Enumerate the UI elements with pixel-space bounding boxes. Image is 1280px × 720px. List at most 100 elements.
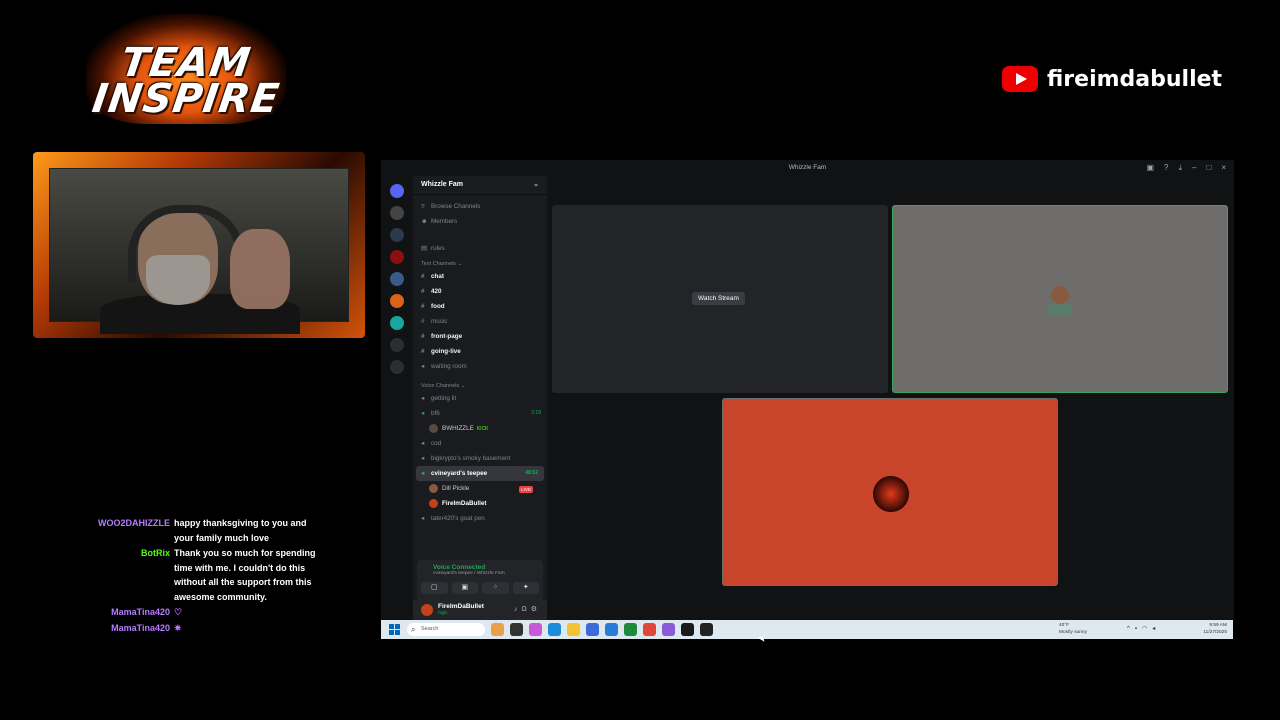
xbox-icon[interactable] — [624, 623, 637, 636]
soundboard-icon[interactable]: ✦ — [512, 582, 539, 594]
youtube-handle: fireimdabullet — [1002, 64, 1222, 94]
stream-chat: WOO2DAHIZZLE happy thanksgiving to you a… — [90, 516, 330, 636]
guild-name: Whizzle Fam — [421, 181, 464, 188]
text-channels-category[interactable]: Text Channels ⌄ — [413, 256, 547, 269]
guild-header[interactable]: Whizzle Fam ⌄ — [413, 176, 547, 195]
user-controls: ♪Ω⚙ — [514, 605, 541, 613]
channel-label: bf6 — [431, 410, 440, 417]
add-server-icon[interactable] — [390, 338, 404, 352]
user-status: high — [438, 611, 448, 616]
server-icon[interactable] — [390, 294, 404, 308]
voice-user[interactable]: BWHIZZLE KICK — [413, 421, 547, 436]
time: 9:59 AM — [1209, 623, 1227, 628]
participant-tile[interactable] — [722, 398, 1058, 586]
channel-label: bigkrypto's smoky basement — [431, 455, 511, 462]
help-icon[interactable]: ? — [1164, 163, 1168, 173]
discover-icon[interactable] — [390, 360, 404, 374]
voice-bigkrypto[interactable]: ◂ bigkrypto's smoky basement — [413, 451, 547, 466]
app-icon[interactable] — [681, 623, 694, 636]
server-icon[interactable] — [390, 228, 404, 242]
settings-gear-icon[interactable]: ⚙ — [531, 606, 541, 613]
voice-bf6[interactable]: ◂ bf6 2:18 — [413, 406, 547, 421]
server-icon[interactable] — [390, 250, 404, 264]
taskbar-search[interactable]: Search — [407, 623, 485, 636]
voice-user-name: Dill Pickle — [442, 485, 470, 492]
chat-username: BotRix — [141, 548, 170, 558]
task-view-icon[interactable] — [510, 623, 523, 636]
live-badge: LIVE — [519, 486, 533, 493]
discord-home-icon[interactable] — [390, 184, 404, 198]
members[interactable]: ☻ Members — [413, 214, 547, 229]
file-explorer-icon[interactable] — [567, 623, 580, 636]
headphones — [128, 205, 244, 283]
chat-message: BotRix Thank you so much for spending ti… — [90, 546, 330, 604]
channel-label: food — [431, 303, 445, 310]
channel-420[interactable]: #420 — [413, 284, 547, 299]
avatar — [1048, 286, 1072, 316]
server-icon[interactable] — [390, 206, 404, 220]
channel-going-live[interactable]: # going-live — [413, 344, 547, 359]
voice-goat-pen[interactable]: ◂ tater420's goat pen — [413, 511, 547, 526]
voice-getting-lit[interactable]: ◂ getting lit — [413, 391, 547, 406]
browse-channels[interactable]: ≡ Browse Channels — [413, 199, 547, 214]
watch-stream-button[interactable]: Watch Stream — [692, 292, 745, 305]
channel-label: tater420's goat pen — [431, 515, 485, 522]
avatar[interactable] — [421, 604, 433, 616]
avatar — [873, 476, 909, 512]
hash-icon: # — [421, 288, 425, 295]
volume-icon[interactable]: ◂ — [1152, 626, 1160, 632]
app-icon[interactable] — [662, 623, 675, 636]
server-icon[interactable] — [390, 316, 404, 330]
obs-icon[interactable] — [700, 623, 713, 636]
channel-sidebar: Whizzle Fam ⌄ ≡ Browse Channels ☻ Members ▤… — [413, 176, 547, 620]
channel-food[interactable]: # food — [413, 299, 547, 314]
speaker-icon: ◂ — [421, 470, 425, 477]
channel-label: chat — [431, 273, 444, 280]
channel-label: rules — [431, 245, 445, 252]
channel-chat[interactable]: # chat — [413, 269, 547, 284]
stream-tile[interactable]: Watch Stream — [552, 205, 888, 393]
camera-off-icon[interactable]: ▢ — [421, 582, 448, 594]
close-button[interactable]: × — [1221, 163, 1226, 173]
channel-label: 420 — [431, 288, 442, 295]
voice-channels-category[interactable]: Voice Channels ⌄ — [413, 378, 547, 391]
minimize-button[interactable]: – — [1192, 163, 1196, 173]
server-icon[interactable] — [390, 272, 404, 286]
chevron-up-icon[interactable]: ^ — [1127, 626, 1135, 632]
start-button[interactable] — [389, 624, 400, 635]
wifi-icon[interactable]: ◠ — [1142, 626, 1152, 632]
channel-front-page[interactable]: # front-page — [413, 329, 547, 344]
hash-icon: # — [421, 348, 425, 355]
voice-user[interactable]: Dill Pickle LIVE — [413, 481, 547, 496]
team-inspire-logo: TEAM INSPIRE — [86, 14, 286, 124]
clock[interactable]: 9:59 AM 11/27/2025 — [1203, 622, 1227, 636]
tray-icon[interactable]: ▪ — [1135, 626, 1142, 632]
activities-icon[interactable]: ⁘ — [482, 582, 509, 594]
download-icon[interactable]: ⤓ — [1178, 163, 1182, 173]
edge-icon[interactable] — [548, 623, 561, 636]
channel-rules[interactable]: ▤ rules — [413, 241, 547, 256]
store-icon[interactable] — [586, 623, 599, 636]
widget-icon[interactable] — [491, 623, 504, 636]
copilot-icon[interactable] — [529, 623, 542, 636]
speaker-icon: ◂ — [421, 395, 425, 402]
browse-label: Browse Channels — [431, 203, 481, 210]
voice-cod[interactable]: ◂ cod — [413, 436, 547, 451]
maximize-button[interactable]: □ — [1206, 163, 1211, 173]
headphones-icon[interactable]: Ω — [521, 606, 530, 613]
channel-music[interactable]: # music — [413, 314, 547, 329]
chrome-icon[interactable] — [643, 623, 656, 636]
channel-waiting-room[interactable]: ◂ waiting room — [413, 359, 547, 374]
user-panel: FireImDaBullet high ♪Ω⚙ — [413, 600, 547, 620]
weather-desc: Mostly sunny — [1059, 630, 1087, 635]
date: 11/27/2025 — [1203, 630, 1227, 635]
voice-user[interactable]: FireImDaBullet — [413, 496, 547, 511]
voice-teepee[interactable]: ◂ cvineyard's teepee 48:52 — [416, 466, 544, 481]
mail-icon[interactable] — [605, 623, 618, 636]
weather-widget[interactable]: 40°F Mostly sunny — [1059, 622, 1087, 636]
category-label: Voice Channels — [421, 383, 460, 389]
speaker-icon: ◂ — [421, 440, 425, 447]
screen-share-icon[interactable]: ▣ — [451, 582, 478, 594]
participant-tile[interactable] — [892, 205, 1228, 393]
inbox-icon[interactable]: ▣ — [1146, 163, 1154, 173]
